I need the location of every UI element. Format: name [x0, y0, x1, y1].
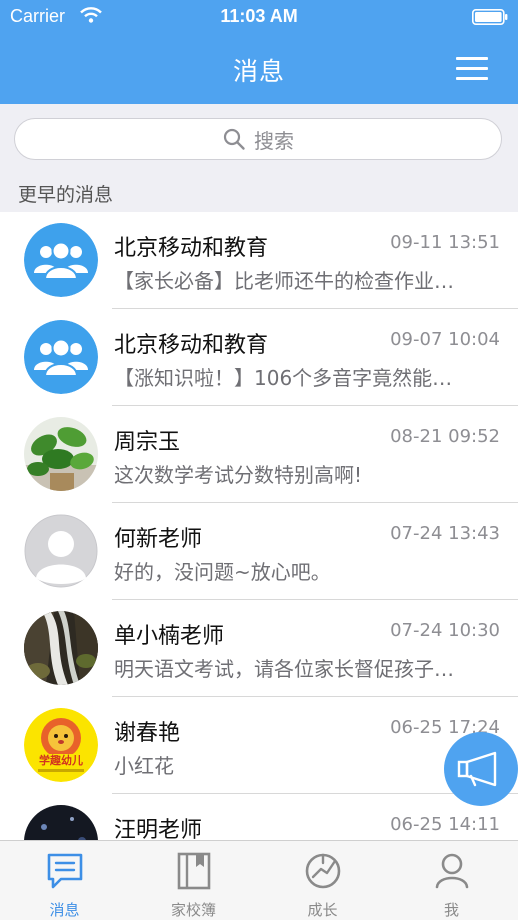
message-item[interactable]: 单小楠老师 07-24 10:30 明天语文考试，请各位家长督促孩子… — [0, 600, 518, 697]
message-preview: 明天语文考试，请各位家长督促孩子… — [114, 657, 454, 681]
message-time: 06-25 14:11 — [390, 814, 500, 835]
message-sender: 北京移动和教育 — [114, 333, 269, 358]
battery-icon — [472, 9, 508, 25]
lion-logo-avatar: 学趣幼儿 — [24, 708, 98, 782]
message-sender: 周宗玉 — [114, 430, 181, 455]
search-icon — [223, 128, 245, 150]
growth-icon — [305, 853, 341, 889]
message-time: 09-07 10:04 — [390, 329, 500, 350]
message-item[interactable]: 北京移动和教育 09-11 13:51 【家长必备】比老师还牛的检查作业… — [0, 212, 518, 309]
chat-icon — [47, 853, 83, 889]
group-avatar-icon — [24, 320, 98, 394]
tab-label: 消息 — [49, 901, 80, 919]
message-sender: 谢春艳 — [114, 721, 181, 746]
lion-logo-text: 学趣幼儿 — [39, 753, 83, 767]
message-sender: 单小楠老师 — [114, 624, 225, 649]
message-preview: 好的，没问题~放心吧。 — [114, 560, 331, 584]
message-item[interactable]: 北京移动和教育 09-07 10:04 【涨知识啦！】106个多音字竟然能… — [0, 309, 518, 406]
plant-photo-avatar — [24, 417, 98, 491]
message-sender: 何新老师 — [114, 527, 203, 552]
person-icon — [435, 853, 469, 889]
tab-label: 家校簿 — [170, 901, 216, 919]
tab-me[interactable]: 我 — [387, 841, 516, 920]
status-time: 11:03 AM — [220, 6, 298, 26]
menu-icon[interactable] — [456, 54, 488, 82]
message-preview: 这次数学考试分数特别高啊! — [114, 463, 363, 487]
search-placeholder: 搜索 — [254, 128, 294, 153]
message-time: 07-24 10:30 — [390, 620, 500, 641]
tab-label: 我 — [443, 901, 459, 919]
message-item[interactable]: 周宗玉 08-21 09:52 这次数学考试分数特别高啊! — [0, 406, 518, 503]
dark-photo-avatar — [24, 805, 98, 840]
tab-label: 成长 — [307, 901, 338, 919]
default-person-avatar — [24, 514, 98, 588]
status-bar: Carrier 11:03 AM — [0, 0, 518, 34]
app-screen: Carrier 11:03 AM 消息 搜索 更早的消息 北京移动和教育 09-… — [0, 0, 518, 920]
message-sender: 北京移动和教育 — [114, 236, 269, 261]
tab-messages[interactable]: 消息 — [0, 841, 129, 920]
message-time: 09-11 13:51 — [390, 232, 500, 253]
message-time: 08-21 09:52 — [390, 426, 500, 447]
waterfall-photo-avatar — [24, 611, 98, 685]
message-item[interactable]: 何新老师 07-24 13:43 好的，没问题~放心吧。 — [0, 503, 518, 600]
broadcast-button[interactable] — [444, 732, 518, 806]
message-list: 北京移动和教育 09-11 13:51 【家长必备】比老师还牛的检查作业… 北京… — [0, 212, 518, 840]
search-input[interactable]: 搜索 — [14, 118, 502, 160]
navigation-header: Carrier 11:03 AM 消息 — [0, 0, 518, 104]
group-avatar-icon — [24, 223, 98, 297]
message-preview: 【涨知识啦！】106个多音字竟然能… — [114, 366, 453, 390]
tab-school-notebook[interactable]: 家校簿 — [129, 841, 258, 920]
message-preview: 【家长必备】比老师还牛的检查作业… — [114, 269, 454, 293]
tab-growth[interactable]: 成长 — [258, 841, 387, 920]
section-label: 更早的消息 — [18, 184, 114, 206]
message-item[interactable]: 学趣幼儿 谢春艳 06-25 17:24 小红花 — [0, 697, 518, 794]
tab-bar: 消息 家校簿 成长 我 — [0, 840, 518, 920]
megaphone-icon — [457, 751, 497, 787]
notebook-icon — [177, 852, 211, 890]
page-title: 消息 — [232, 57, 285, 86]
search-area: 搜索 更早的消息 — [0, 104, 518, 214]
message-item[interactable]: 汪明老师 06-25 14:11 — [0, 794, 518, 840]
message-sender: 汪明老师 — [114, 818, 203, 840]
message-time: 07-24 13:43 — [390, 523, 500, 544]
